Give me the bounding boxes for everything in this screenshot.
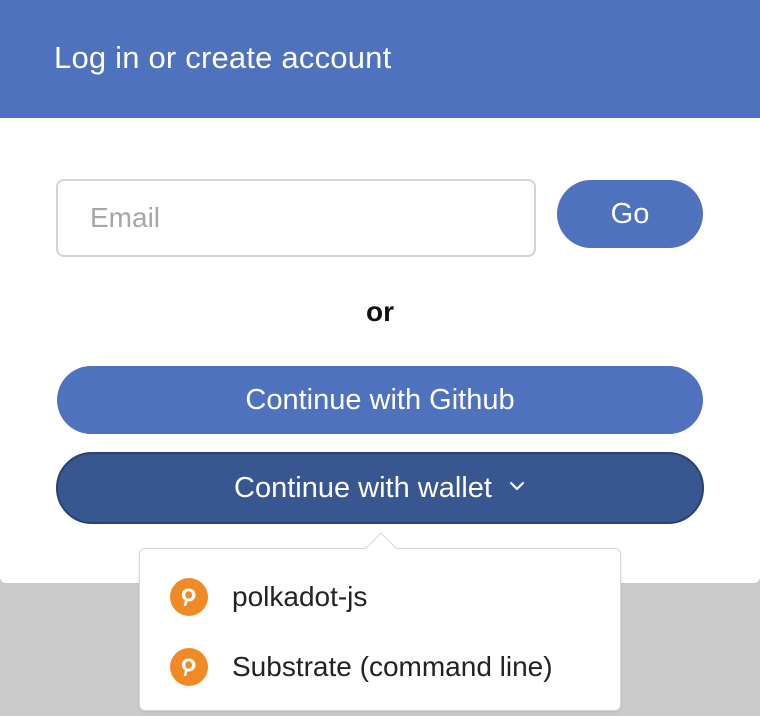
polkadot-icon — [170, 578, 208, 616]
continue-with-github-button[interactable]: Continue with Github — [57, 366, 703, 434]
email-input[interactable] — [56, 179, 536, 257]
wallet-option-substrate[interactable]: Substrate (command line) — [140, 635, 620, 699]
wallet-option-polkadot-js[interactable]: polkadot-js — [140, 565, 620, 629]
chevron-down-icon — [509, 481, 525, 491]
login-modal: Log in or create account Go or Continue … — [0, 0, 760, 583]
wallet-option-label: Substrate (command line) — [232, 651, 553, 682]
go-button[interactable]: Go — [557, 180, 703, 248]
wallet-dropdown-menu: polkadot-js Substrate (command line) — [139, 532, 621, 711]
modal-header: Log in or create account — [0, 0, 760, 118]
continue-with-wallet-button[interactable]: Continue with wallet — [56, 452, 704, 524]
or-divider: or — [366, 296, 394, 327]
wallet-button-label: Continue with wallet — [234, 471, 492, 504]
wallet-option-label: polkadot-js — [232, 581, 368, 612]
polkadot-icon — [170, 648, 208, 686]
modal-title: Log in or create account — [54, 40, 392, 75]
